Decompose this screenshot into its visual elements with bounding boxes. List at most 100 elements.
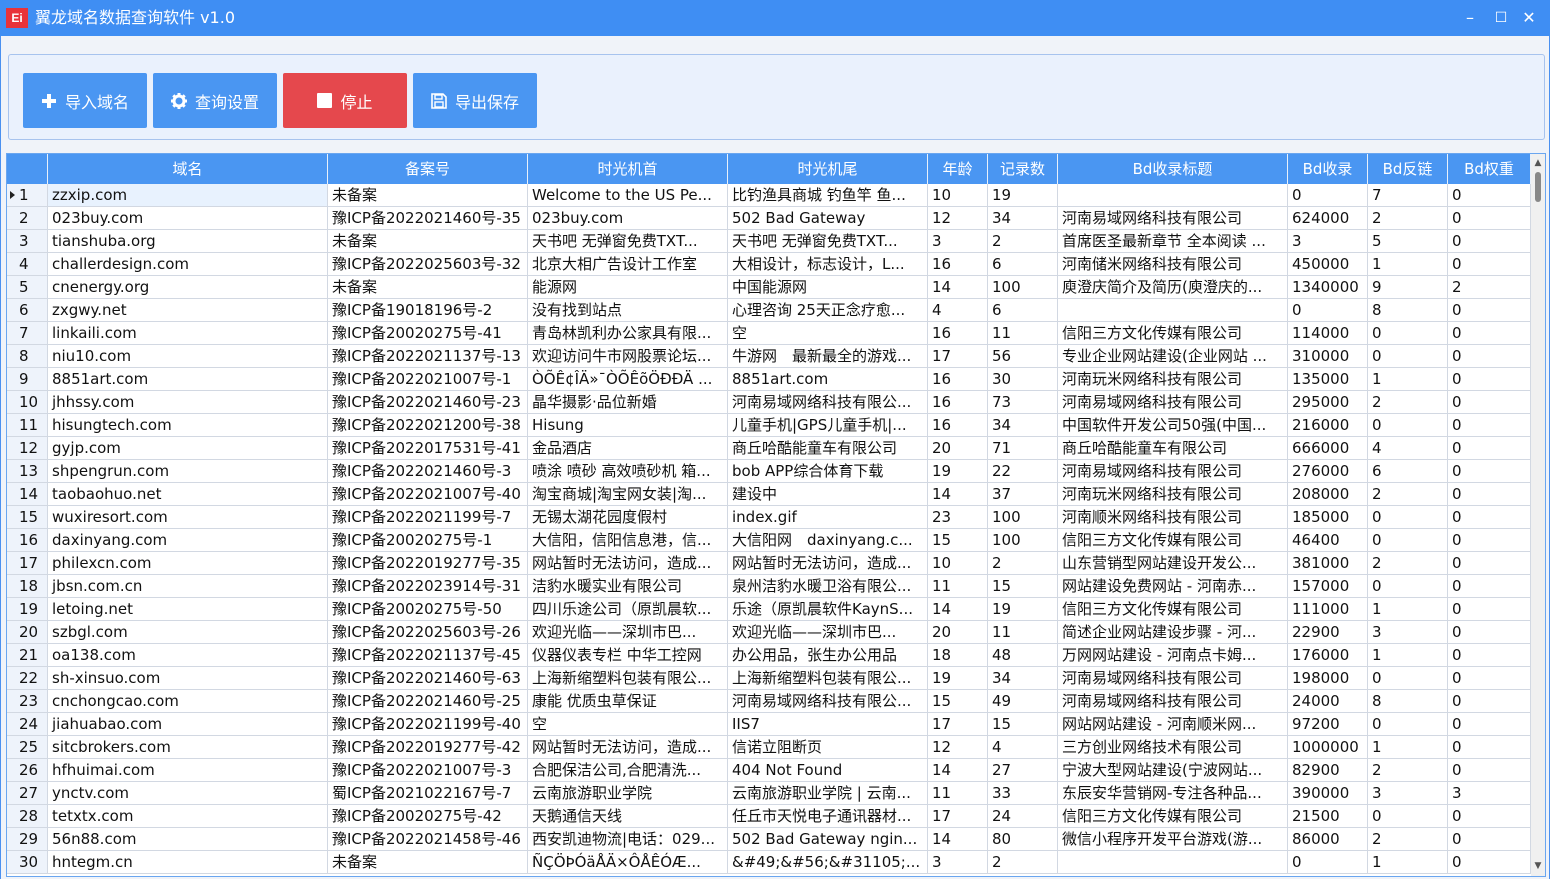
cell-bd-weight[interactable]: 0 — [1448, 690, 1531, 713]
column-header-domain[interactable]: 域名 — [48, 154, 328, 184]
column-header-wayback-first[interactable]: 时光机首 — [528, 154, 728, 184]
cell-domain[interactable]: szbgl.com — [48, 621, 328, 644]
cell-bd-index-title[interactable]: 简述企业网站建设步骤 - 河... — [1058, 621, 1288, 644]
cell-domain[interactable]: letoing.net — [48, 598, 328, 621]
cell-icp-number[interactable]: 豫ICP备2022021137号-45 — [328, 644, 528, 667]
cell-row-number[interactable]: 28 — [7, 805, 48, 828]
cell-record-count[interactable]: 73 — [988, 391, 1058, 414]
cell-record-count[interactable]: 56 — [988, 345, 1058, 368]
cell-domain[interactable]: ynctv.com — [48, 782, 328, 805]
cell-bd-backlinks[interactable]: 9 — [1368, 276, 1448, 299]
cell-wayback-last[interactable]: 河南易域网络科技有限公... — [728, 391, 928, 414]
cell-icp-number[interactable]: 豫ICP备2022021458号-46 — [328, 828, 528, 851]
cell-bd-index-title[interactable]: 河南易域网络科技有限公司 — [1058, 207, 1288, 230]
cell-row-number[interactable]: 22 — [7, 667, 48, 690]
table-row[interactable]: 30 hntegm.cn 未备案 ÑÇÖÞÓäÅÄ×ÔÅÊÓÆ... &#49;&#56… — [7, 851, 1531, 874]
table-row[interactable]: 6 zxgwy.net 豫ICP备19018196号-2 没有找到站点 心理咨询 25天… — [7, 299, 1531, 322]
cell-record-count[interactable]: 71 — [988, 437, 1058, 460]
cell-age[interactable]: 17 — [928, 345, 988, 368]
cell-row-number[interactable]: 10 — [7, 391, 48, 414]
cell-row-number[interactable]: 25 — [7, 736, 48, 759]
cell-bd-indexed[interactable]: 114000 — [1288, 322, 1368, 345]
cell-wayback-last[interactable]: 河南易域网络科技有限公... — [728, 690, 928, 713]
cell-domain[interactable]: tianshuba.org — [48, 230, 328, 253]
cell-icp-number[interactable]: 豫ICP备2022017531号-41 — [328, 437, 528, 460]
cell-bd-index-title[interactable]: 宁波大型网站建设(宁波网站... — [1058, 759, 1288, 782]
cell-wayback-last[interactable]: 空 — [728, 322, 928, 345]
cell-wayback-first[interactable]: 晶华摄影·品位新婚 — [528, 391, 728, 414]
cell-bd-weight[interactable]: 2 — [1448, 276, 1531, 299]
cell-wayback-first[interactable]: 仪器仪表专栏 中华工控网 — [528, 644, 728, 667]
cell-wayback-last[interactable]: 404 Not Found — [728, 759, 928, 782]
cell-wayback-first[interactable]: ÑÇÖÞÓäÅÄ×ÔÅÊÓÆ... — [528, 851, 728, 874]
cell-bd-backlinks[interactable]: 3 — [1368, 621, 1448, 644]
cell-record-count[interactable]: 34 — [988, 207, 1058, 230]
cell-bd-backlinks[interactable]: 0 — [1368, 667, 1448, 690]
cell-age[interactable]: 23 — [928, 506, 988, 529]
table-row[interactable]: 22 sh-xinsuo.com 豫ICP备2022021460号-63 上海新缩塑料… — [7, 667, 1531, 690]
cell-bd-indexed[interactable]: 82900 — [1288, 759, 1368, 782]
cell-domain[interactable]: gyjp.com — [48, 437, 328, 460]
cell-bd-weight[interactable]: 0 — [1448, 253, 1531, 276]
cell-wayback-last[interactable]: 中国能源网 — [728, 276, 928, 299]
cell-domain[interactable]: taobaohuo.net — [48, 483, 328, 506]
cell-bd-backlinks[interactable]: 1 — [1368, 253, 1448, 276]
cell-wayback-first[interactable]: 青岛林凯利办公家具有限... — [528, 322, 728, 345]
cell-domain[interactable]: zzxip.com — [48, 184, 328, 207]
cell-bd-weight[interactable]: 0 — [1448, 414, 1531, 437]
cell-bd-backlinks[interactable]: 0 — [1368, 506, 1448, 529]
cell-age[interactable]: 16 — [928, 414, 988, 437]
cell-wayback-last[interactable]: 上海新缩塑料包装有限公... — [728, 667, 928, 690]
cell-age[interactable]: 14 — [928, 759, 988, 782]
cell-wayback-last[interactable]: 牛游网 最新最全的游戏... — [728, 345, 928, 368]
cell-row-number[interactable]: 26 — [7, 759, 48, 782]
cell-wayback-first[interactable]: Hisung — [528, 414, 728, 437]
cell-row-number[interactable]: 2 — [7, 207, 48, 230]
cell-icp-number[interactable]: 豫ICP备2022021007号-1 — [328, 368, 528, 391]
table-row[interactable]: 12 gyjp.com 豫ICP备2022017531号-41 金品酒店 商丘哈酷能童车… — [7, 437, 1531, 460]
cell-record-count[interactable]: 49 — [988, 690, 1058, 713]
scrollbar-thumb[interactable] — [1535, 172, 1541, 202]
cell-wayback-last[interactable]: index.gif — [728, 506, 928, 529]
cell-bd-index-title[interactable] — [1058, 851, 1288, 874]
cell-row-number[interactable]: 18 — [7, 575, 48, 598]
cell-bd-indexed[interactable]: 276000 — [1288, 460, 1368, 483]
table-row[interactable]: 9 8851art.com 豫ICP备2022021007号-1 ÒÕÊ¢ÎÄ»¯ÒÕ… — [7, 368, 1531, 391]
cell-wayback-first[interactable]: 康能 优质虫草保证 — [528, 690, 728, 713]
scroll-up-icon[interactable]: ▲ — [1531, 155, 1545, 171]
cell-record-count[interactable]: 6 — [988, 299, 1058, 322]
cell-age[interactable]: 18 — [928, 644, 988, 667]
cell-wayback-first[interactable]: 北京大相广告设计工作室 — [528, 253, 728, 276]
cell-bd-weight[interactable]: 0 — [1448, 736, 1531, 759]
column-header-bd-backlinks[interactable]: Bd反链 — [1368, 154, 1448, 184]
cell-wayback-last[interactable]: 8851art.com — [728, 368, 928, 391]
table-row[interactable]: 21 oa138.com 豫ICP备2022021137号-45 仪器仪表专栏 中华工… — [7, 644, 1531, 667]
cell-row-number[interactable]: 29 — [7, 828, 48, 851]
cell-domain[interactable]: shpengrun.com — [48, 460, 328, 483]
cell-row-number[interactable]: 15 — [7, 506, 48, 529]
cell-bd-backlinks[interactable]: 2 — [1368, 207, 1448, 230]
cell-wayback-first[interactable]: 网站暂时无法访问，造成... — [528, 552, 728, 575]
close-button[interactable]: ✕ — [1516, 6, 1542, 30]
cell-row-number[interactable]: 27 — [7, 782, 48, 805]
cell-bd-weight[interactable]: 0 — [1448, 575, 1531, 598]
cell-record-count[interactable]: 30 — [988, 368, 1058, 391]
cell-row-number[interactable]: 19 — [7, 598, 48, 621]
cell-bd-indexed[interactable]: 3 — [1288, 230, 1368, 253]
cell-wayback-last[interactable]: 乐途（原凯晨软件KaynS... — [728, 598, 928, 621]
table-row[interactable]: 25 sitcbrokers.com 豫ICP备2022019277号-42 网站暂时… — [7, 736, 1531, 759]
cell-record-count[interactable]: 6 — [988, 253, 1058, 276]
cell-bd-index-title[interactable]: 河南易域网络科技有限公司 — [1058, 391, 1288, 414]
cell-icp-number[interactable]: 蜀ICP备2021022167号-7 — [328, 782, 528, 805]
cell-record-count[interactable]: 80 — [988, 828, 1058, 851]
cell-record-count[interactable]: 2 — [988, 851, 1058, 874]
cell-row-number[interactable]: 8 — [7, 345, 48, 368]
cell-icp-number[interactable]: 未备案 — [328, 230, 528, 253]
cell-row-number[interactable]: 23 — [7, 690, 48, 713]
table-row[interactable]: 16 daxinyang.com 豫ICP备20020275号-1 大信阳，信阳信息港… — [7, 529, 1531, 552]
cell-bd-indexed[interactable]: 24000 — [1288, 690, 1368, 713]
column-header-bd-indexed[interactable]: Bd收录 — [1288, 154, 1368, 184]
cell-bd-weight[interactable]: 0 — [1448, 851, 1531, 874]
cell-age[interactable]: 19 — [928, 667, 988, 690]
cell-bd-weight[interactable]: 0 — [1448, 230, 1531, 253]
